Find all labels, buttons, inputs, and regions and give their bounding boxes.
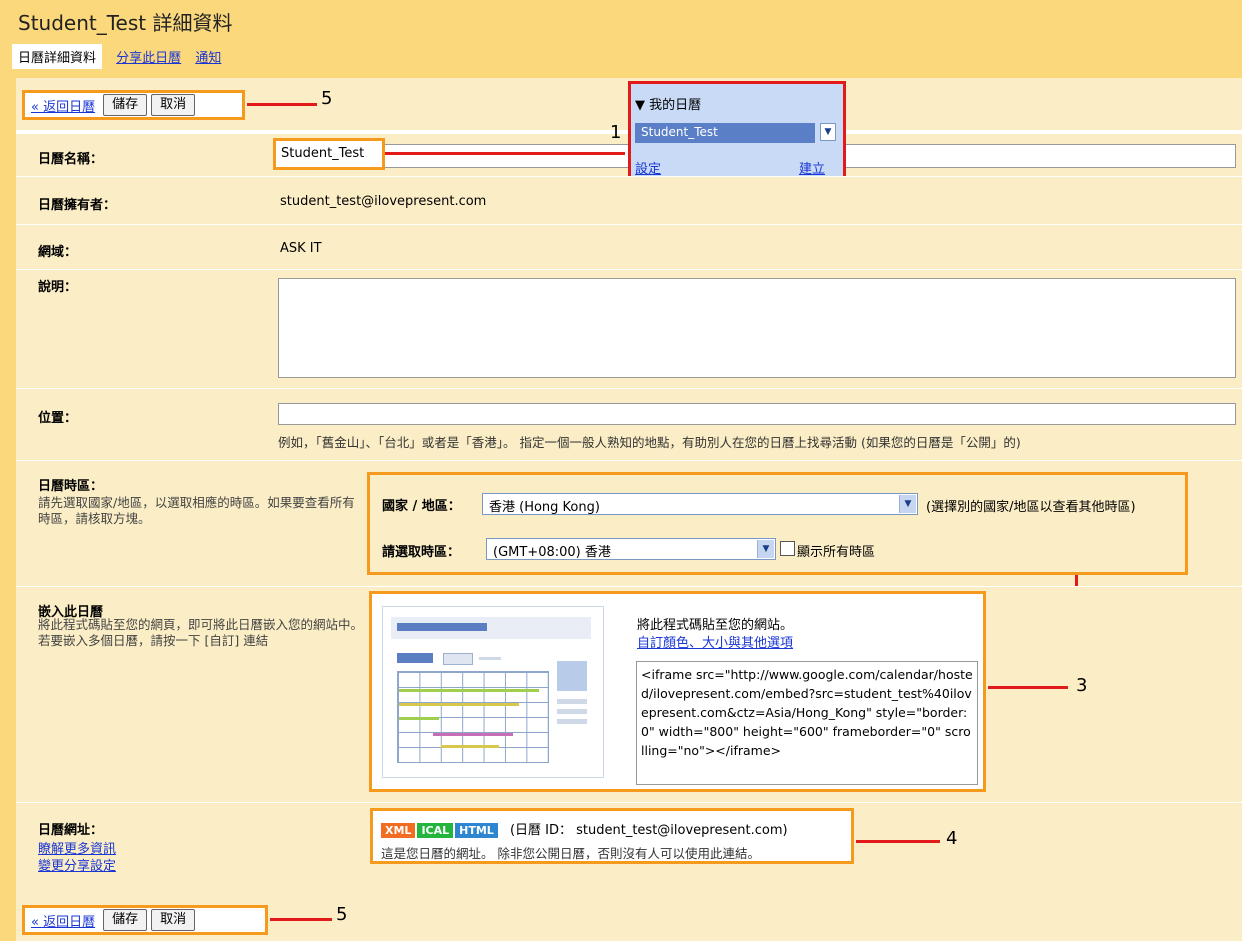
chevron-down-icon: ▼ xyxy=(757,540,774,558)
tab-calendar-details[interactable]: 日曆詳細資料 xyxy=(12,44,103,69)
callout-1: 1 xyxy=(610,122,622,143)
calendar-item-student-test[interactable]: Student_Test xyxy=(635,123,815,143)
country-select-value: 香港 (Hong Kong) xyxy=(489,500,600,515)
change-sharing-link[interactable]: 變更分享設定 xyxy=(38,855,116,874)
calendar-name-value: Student_Test xyxy=(273,138,385,170)
owner-row: 日曆擁有者： student_test@ilovepresent.com xyxy=(16,176,1242,224)
back-to-calendar-link[interactable]: « 返回日曆 xyxy=(31,96,95,115)
chevron-down-icon: ▼ xyxy=(899,495,916,513)
xml-badge-button[interactable]: XML xyxy=(381,823,416,838)
callout-line-1 xyxy=(385,152,625,155)
callout-4: 4 xyxy=(946,828,958,849)
callout-5-top: 5 xyxy=(321,88,333,109)
timezone-hint: 請先選取國家/地區，以選取相應的時區。如果要查看所有時區，請核取方塊。 xyxy=(38,495,355,526)
calendar-settings-link[interactable]: 設定 xyxy=(635,158,661,177)
description-textarea[interactable] xyxy=(278,278,1236,378)
show-all-timezones-label: 顯示所有時區 xyxy=(797,545,876,560)
triangle-down-icon: ▼ xyxy=(635,98,645,113)
create-calendar-link[interactable]: 建立 xyxy=(799,158,825,177)
country-hint: (選擇別的國家/地區以查看其他時區) xyxy=(926,500,1136,515)
name-label: 日曆名稱： xyxy=(38,152,104,167)
customize-embed-link[interactable]: 自訂顏色、大小與其他選項 xyxy=(637,632,793,651)
html-badge-button[interactable]: HTML xyxy=(455,823,498,838)
cancel-button[interactable]: 取消 xyxy=(151,94,196,116)
cancel-button-bottom[interactable]: 取消 xyxy=(151,909,196,931)
country-label: 國家 / 地區： xyxy=(382,499,461,514)
location-input[interactable] xyxy=(278,403,1236,425)
tab-share-calendar[interactable]: 分享此日曆 xyxy=(116,47,181,66)
save-button[interactable]: 儲存 xyxy=(103,94,148,116)
location-hint: 例如，「舊金山」、「台北」或者是「香港」。 指定一個一般人熟知的地點，有助別人在… xyxy=(278,435,1021,450)
left-edge-bar xyxy=(0,78,16,941)
embed-code-textarea[interactable]: <iframe src="http://www.google.com/calen… xyxy=(636,661,978,785)
owner-value: student_test@ilovepresent.com xyxy=(280,194,487,209)
timezone-box: 國家 / 地區： 香港 (Hong Kong) ▼ (選擇別的國家/地區以查看其… xyxy=(367,472,1188,575)
timezone-label: 日曆時區： xyxy=(38,479,104,494)
location-label: 位置： xyxy=(38,411,78,426)
calendar-dropdown-icon[interactable]: ▼ xyxy=(820,123,836,141)
callout-5-bottom: 5 xyxy=(336,904,348,925)
page-header: Student_Test 詳細資料 日曆詳細資料 分享此日曆 通知 xyxy=(0,0,1242,78)
my-calendars-title: 我的日曆 xyxy=(649,98,702,113)
callout-3: 3 xyxy=(1076,675,1088,696)
tab-notifications[interactable]: 通知 xyxy=(195,47,221,66)
domain-value: ASK IT xyxy=(280,241,322,256)
my-calendars-header[interactable]: ▼ 我的日曆 xyxy=(635,94,701,113)
address-hint: 這是您日曆的網址。 除非您公開日曆，否則沒有人可以使用此連結。 xyxy=(381,846,760,861)
back-to-calendar-link-bottom[interactable]: « 返回日曆 xyxy=(31,911,95,930)
country-select[interactable]: 香港 (Hong Kong) ▼ xyxy=(482,493,918,515)
description-label: 說明： xyxy=(38,280,78,295)
ical-badge-button[interactable]: ICAL xyxy=(417,823,454,838)
callout-line-5a xyxy=(247,103,317,106)
domain-row: 網域： ASK IT xyxy=(16,224,1242,269)
address-label: 日曆網址： xyxy=(38,823,104,838)
my-calendars-panel: ▼ 我的日曆 Student_Test ▼ 設定 建立 xyxy=(628,81,846,182)
calendar-address-line: XML ICAL HTML (日曆 ID： student_test@ilovepr… xyxy=(381,819,788,838)
calendar-item-label: Student_Test xyxy=(641,125,718,139)
calendar-preview-image xyxy=(382,606,604,778)
bottom-toolbar: « 返回日曆 儲存 取消 xyxy=(22,905,268,935)
calendar-address-box: XML ICAL HTML (日曆 ID： student_test@ilovepr… xyxy=(370,808,854,864)
calendar-name-text: Student_Test xyxy=(281,146,365,161)
embed-paste-text: 將此程式碼貼至您的網站。 xyxy=(637,618,794,633)
callout-line-5b xyxy=(270,918,332,921)
save-button-bottom[interactable]: 儲存 xyxy=(103,909,148,931)
callout-line-3 xyxy=(988,686,1068,689)
owner-label: 日曆擁有者： xyxy=(38,198,117,213)
timezone-select[interactable]: (GMT+08:00) 香港 ▼ xyxy=(486,538,776,560)
show-all-timezones-checkbox[interactable] xyxy=(780,541,795,556)
embed-hint: 將此程式碼貼至您的網頁，即可將此日曆嵌入您的網站中。 若要嵌入多個日曆，請按一下… xyxy=(38,617,364,648)
callout-line-4 xyxy=(856,840,940,843)
tab-bar: 日曆詳細資料 分享此日曆 通知 xyxy=(12,44,231,69)
timezone-select-value: (GMT+08:00) 香港 xyxy=(493,545,611,560)
embed-box: 將此程式碼貼至您的網站。 自訂顏色、大小與其他選項 <iframe src="h… xyxy=(369,591,986,792)
timezone-select-label: 請選取時區： xyxy=(382,545,461,560)
page-title: Student_Test 詳細資料 xyxy=(18,11,233,35)
domain-label: 網域： xyxy=(38,245,78,260)
top-toolbar: « 返回日曆 儲存 取消 xyxy=(22,90,245,120)
calendar-id-text: (日曆 ID： student_test@ilovepresent.com) xyxy=(509,823,788,838)
